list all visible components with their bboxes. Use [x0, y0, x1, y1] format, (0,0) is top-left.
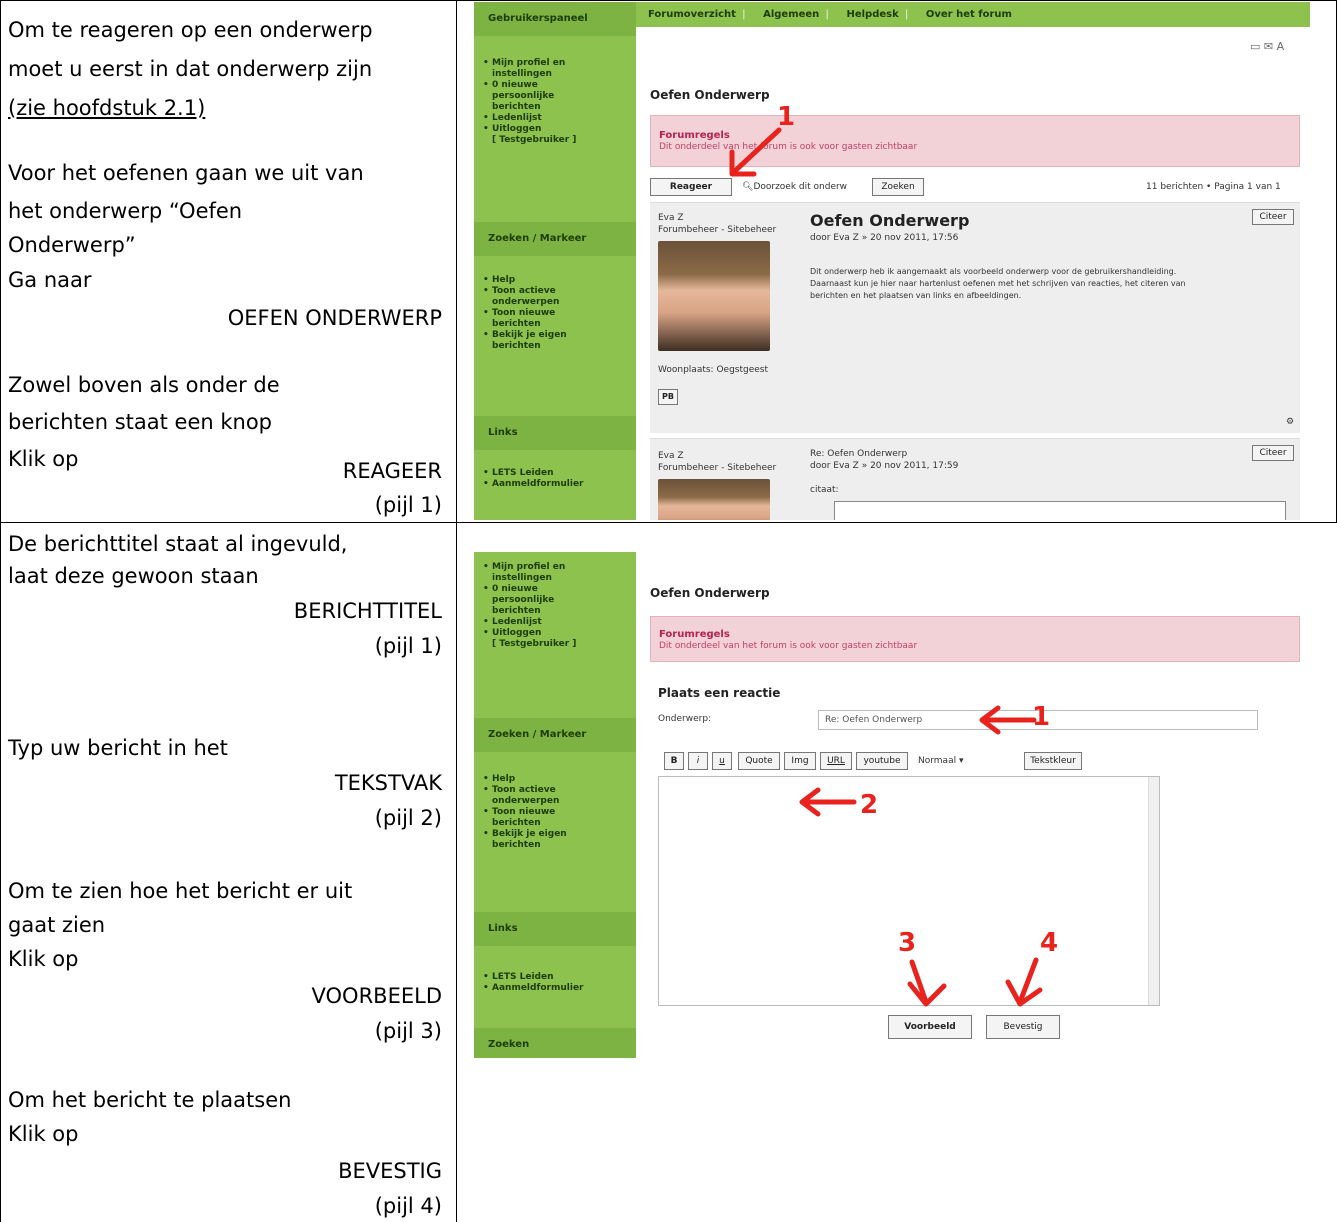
instruction-line: Typ uw bericht in het [8, 736, 228, 760]
instruction-keyword: OEFEN ONDERWERP [227, 306, 442, 330]
instruction-line: Onderwerp” [8, 233, 136, 257]
instruction-keyword: BERICHTTITEL [293, 599, 442, 623]
instruction-line: Om te zien hoe het bericht er uit [8, 879, 353, 903]
instruction-arrow-ref: (pijl 3) [374, 1019, 442, 1043]
forum-screenshot-reply: Mijn profiel en instellingen 0 nieuwe pe… [474, 552, 1310, 1058]
instruction-line: laat deze gewoon staan [8, 564, 259, 588]
arrow-label-1: 1 [1032, 702, 1051, 732]
table-border-left [0, 0, 1, 1222]
column-divider [456, 0, 457, 1222]
instruction-line: Klik op [8, 1122, 79, 1146]
arrow-label-3: 3 [898, 928, 917, 958]
arrow-3-head [907, 981, 947, 1007]
arrow-label-2: 2 [860, 790, 879, 820]
annotation-arrows [799, 705, 1043, 1007]
instruction-line: Ga naar [8, 268, 92, 292]
chapter-link[interactable]: (zie hoofdstuk 2.1) [8, 94, 205, 123]
instruction-line: het onderwerp “Oefen [8, 199, 243, 223]
instruction-arrow-ref: (pijl 2) [374, 806, 442, 830]
instruction-keyword: TEKSTVAK [334, 771, 442, 795]
forum-screenshot-topic: Gebruikerspaneel Mijn profiel en instell… [474, 2, 1310, 520]
arrow-1-shaft [733, 127, 782, 173]
instruction-line: Om het bericht te plaatsen [8, 1088, 292, 1112]
instruction-line: berichten staat een knop [8, 410, 273, 434]
table-border-top [0, 0, 1337, 1]
instruction-keyword: VOORBEELD [311, 984, 442, 1008]
instruction-line: Voor het oefenen gaan we uit van [8, 161, 364, 185]
arrow-label-1: 1 [777, 102, 796, 132]
instruction-keyword: REAGEER [342, 459, 442, 483]
instruction-line: Klik op [8, 947, 79, 971]
instruction-line: moet u eerst in dat onderwerp zijn [8, 57, 373, 81]
instruction-line: Zowel boven als onder de [8, 373, 280, 397]
instruction-line: Om te reageren op een onderwerp [8, 18, 373, 42]
row-divider [0, 522, 1337, 523]
annotation-arrows [729, 127, 782, 177]
instruction-arrow-ref: (pijl 1) [374, 634, 442, 658]
instruction-keyword: BEVESTIG [338, 1159, 442, 1183]
instruction-line: De berichttitel staat al ingevuld, [8, 532, 348, 556]
instruction-table: Om te reageren op een onderwerp moet u e… [0, 0, 1337, 1222]
instruction-arrow-ref: (pijl 1) [374, 493, 442, 517]
arrow-label-4: 4 [1040, 928, 1059, 958]
instruction-arrow-ref: (pijl 4) [374, 1194, 442, 1218]
instruction-line: gaat zien [8, 913, 106, 937]
